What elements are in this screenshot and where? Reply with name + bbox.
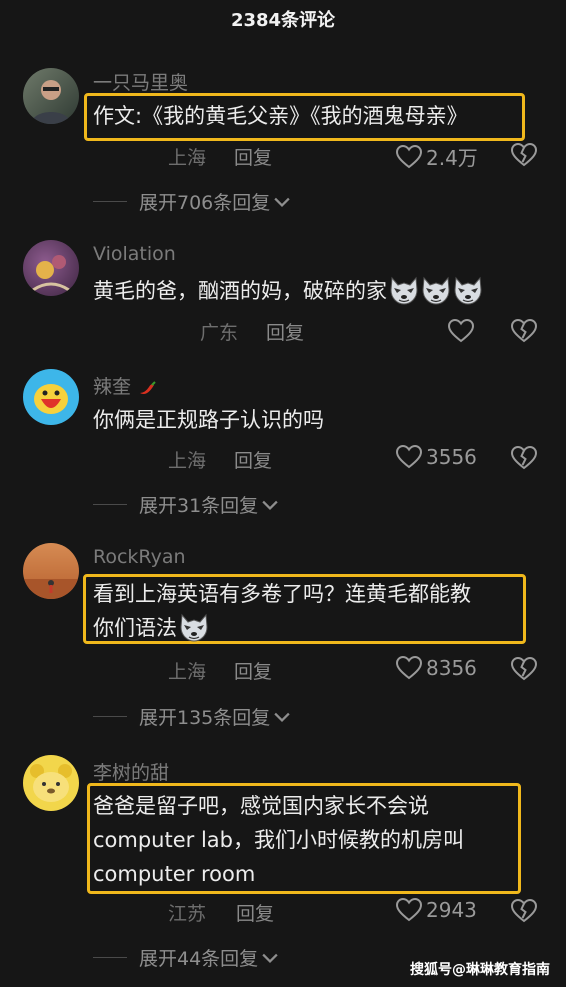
- like-button[interactable]: 3556: [396, 445, 477, 469]
- expand-replies[interactable]: 展开44条回复: [93, 944, 278, 971]
- expand-replies-label: 展开706条回复: [139, 192, 271, 214]
- chevron-down-icon: [262, 499, 278, 511]
- wolf-emoji: [179, 613, 209, 643]
- comment-count-title: 2384条评论: [230, 10, 336, 31]
- like-button[interactable]: 2943: [396, 898, 477, 922]
- like-button[interactable]: 2.4万: [396, 142, 478, 171]
- avatar[interactable]: [23, 543, 79, 599]
- reply-button[interactable]: 回复: [234, 143, 272, 170]
- reply-button[interactable]: 回复: [236, 899, 274, 926]
- comment-text-line: 爸爸是留子吧，感觉国内家长不会说: [93, 794, 429, 818]
- username[interactable]: Violation: [93, 243, 176, 265]
- watermark: 搜狐号@琳琳教育指南: [410, 962, 550, 978]
- broken-heart-icon[interactable]: [511, 657, 537, 681]
- divider-line: [93, 957, 127, 958]
- divider-line: [93, 504, 127, 505]
- avatar[interactable]: [23, 240, 79, 296]
- broken-heart-icon[interactable]: [511, 319, 537, 343]
- like-count: 8356: [426, 656, 477, 680]
- username[interactable]: 李树的甜: [93, 758, 169, 785]
- reply-button[interactable]: 回复: [234, 657, 272, 684]
- divider-line: [93, 716, 127, 717]
- username[interactable]: 一只马里奥: [93, 68, 188, 95]
- location: 上海: [168, 661, 207, 683]
- wolf-emoji: [389, 276, 419, 306]
- username-row[interactable]: 辣奎: [93, 372, 157, 399]
- location: 上海: [168, 450, 207, 472]
- chili-emoji: [137, 380, 157, 396]
- comment-text-line: 看到上海英语有多卷了吗？连黄毛都能教: [93, 582, 471, 606]
- avatar[interactable]: [23, 68, 79, 124]
- username: 辣奎: [93, 376, 132, 398]
- wolf-emoji: [421, 276, 451, 306]
- chevron-down-icon: [274, 196, 290, 208]
- divider-line: [93, 201, 127, 202]
- broken-heart-icon[interactable]: [511, 446, 537, 470]
- expand-replies[interactable]: 展开135条回复: [93, 703, 290, 730]
- heart-icon: [396, 656, 422, 680]
- username[interactable]: RockRyan: [93, 546, 186, 568]
- comment-text-line: computer lab，我们小时候教的机房叫: [93, 828, 464, 852]
- chevron-down-icon: [262, 952, 278, 964]
- heart-icon: [396, 445, 422, 469]
- comment-text: 你俩是正规路子认识的吗: [93, 408, 324, 432]
- location: 江苏: [168, 903, 207, 925]
- heart-icon[interactable]: [448, 319, 474, 343]
- avatar[interactable]: [23, 369, 79, 425]
- heart-icon: [396, 145, 422, 169]
- comment-text: 作文:《我的黄毛父亲》《我的酒鬼母亲》: [93, 104, 468, 128]
- expand-replies-label: 展开31条回复: [139, 495, 259, 517]
- like-count: 3556: [426, 445, 477, 469]
- broken-heart-icon[interactable]: [511, 143, 537, 167]
- chevron-down-icon: [274, 711, 290, 723]
- location: 广东: [200, 322, 239, 344]
- avatar[interactable]: [23, 755, 79, 811]
- comment-text-line: computer room: [93, 862, 256, 886]
- expand-replies[interactable]: 展开31条回复: [93, 491, 278, 518]
- like-button[interactable]: 8356: [396, 656, 477, 680]
- expand-replies-label: 展开44条回复: [139, 948, 259, 970]
- like-count: 2943: [426, 898, 477, 922]
- comment-text: 黄毛的爸，酗酒的妈，破碎的家: [93, 279, 387, 303]
- reply-button[interactable]: 回复: [266, 318, 304, 345]
- reply-button[interactable]: 回复: [234, 446, 272, 473]
- location: 上海: [168, 147, 207, 169]
- wolf-emoji: [453, 276, 483, 306]
- expand-replies-label: 展开135条回复: [139, 707, 271, 729]
- heart-icon: [396, 898, 422, 922]
- expand-replies[interactable]: 展开706条回复: [93, 188, 290, 215]
- comment-text-row: 黄毛的爸，酗酒的妈，破碎的家: [93, 274, 483, 308]
- broken-heart-icon[interactable]: [511, 899, 537, 923]
- comment-text-line: 你们语法: [93, 616, 177, 640]
- comment-text-row: 你们语法: [93, 611, 209, 645]
- like-count: 2.4万: [426, 146, 478, 170]
